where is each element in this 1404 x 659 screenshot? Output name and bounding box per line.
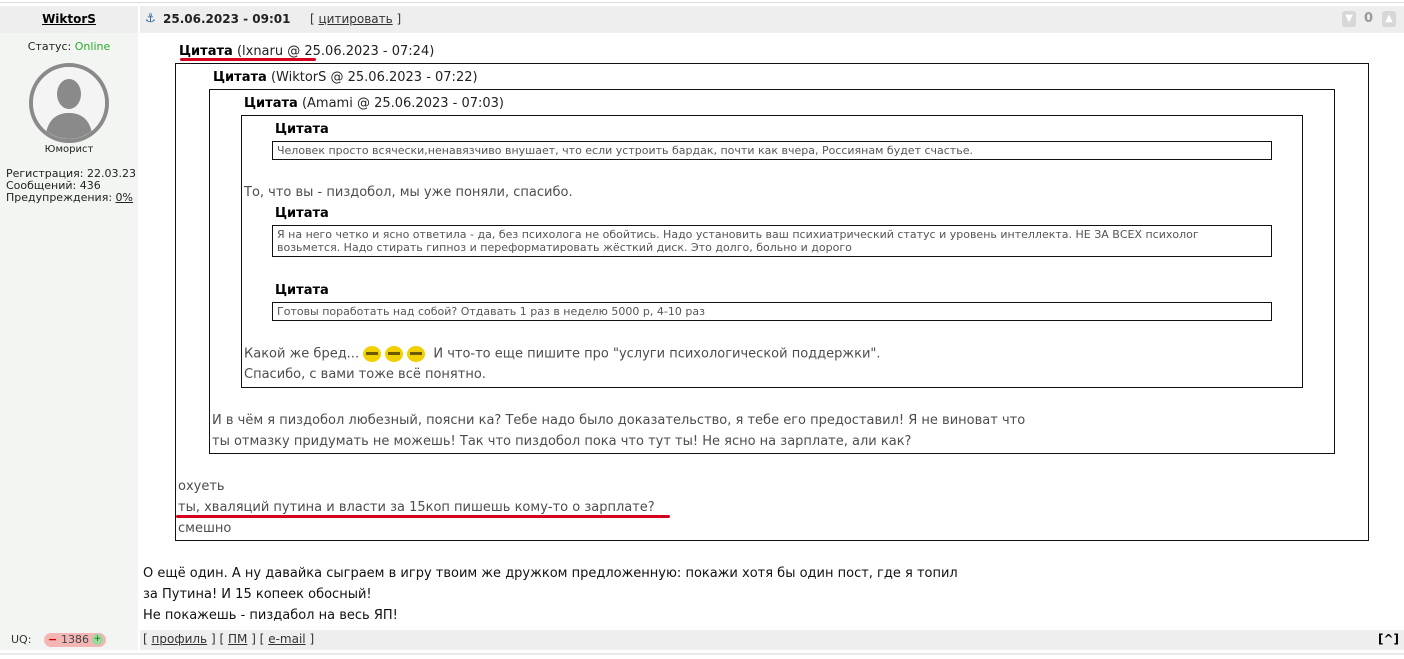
quote-header-amami: Цитата (Amami @ 25.06.2023 - 07:03)	[244, 96, 504, 111]
message-text: за Путина! И 15 копеек обосный!	[143, 587, 372, 602]
pm-link[interactable]: ПМ	[228, 632, 247, 646]
user-rank: Юморист	[44, 144, 94, 155]
quote-text: Какой же бред... И что-то еще пишите про…	[244, 346, 881, 362]
quote-text: ты, хваляций путина и власти за 15коп пи…	[178, 500, 655, 515]
author-link[interactable]: WiktorS	[0, 12, 138, 26]
quote-link[interactable]: цитировать	[319, 12, 393, 26]
user-stats: Регистрация: 22.03.23 Сообщений: 436 Пре…	[6, 168, 136, 204]
quote-content: Человек просто всячески,ненавязчиво внуш…	[272, 141, 1272, 160]
thumb-up-icon[interactable]: ▲	[1382, 11, 1396, 27]
avatar[interactable]	[29, 63, 109, 143]
message-text: Не покажешь - пиздабол на весь ЯП!	[143, 608, 398, 623]
quote-meta: (Amami @ 25.06.2023 - 07:03)	[301, 96, 504, 111]
bracket: [	[143, 632, 148, 646]
warnings: Предупреждения: 0%	[6, 192, 136, 204]
uq-plus-button[interactable]: +	[92, 634, 103, 645]
uq-minus-button[interactable]: −	[48, 633, 57, 647]
uq-label: UQ:	[11, 633, 32, 646]
rating-count: 0	[1364, 11, 1374, 26]
warnings-label: Предупреждения:	[6, 191, 113, 204]
facepalm-emoji-icon	[385, 346, 404, 362]
facepalm-emoji-icon	[407, 346, 426, 362]
post-date: 25.06.2023 - 09:01	[163, 12, 291, 26]
bracket: ]	[396, 12, 402, 26]
uq-rating: − 1386 +	[44, 633, 106, 647]
quote-label: Цитата	[213, 70, 267, 85]
quote-text: И в чём я пиздобол любезный, поясни ка? …	[212, 413, 1026, 428]
default-avatar-icon	[33, 67, 105, 139]
uq-value: 1386	[61, 633, 89, 646]
quote-meta: (WiktorS @ 25.06.2023 - 07:22)	[270, 70, 478, 85]
quote-text: То, что вы - пиздобол, мы уже поняли, сп…	[244, 185, 573, 200]
facepalm-emoji-icon	[363, 346, 382, 362]
email-link[interactable]: e-mail	[268, 632, 305, 646]
rating-box: ▼ 0 ▲	[1338, 9, 1400, 30]
quote-content: Готовы поработать над собой? Отдавать 1 …	[272, 302, 1272, 321]
quote-text: охуеть	[178, 479, 225, 494]
thumb-down-icon[interactable]: ▼	[1342, 11, 1356, 27]
footer-links: [ профиль ] [ ПМ ] [ e-mail ]	[143, 632, 314, 646]
quote-action: [ цитировать ]	[310, 12, 401, 26]
bracket: ] [	[210, 632, 225, 646]
status-label: Статус:	[27, 40, 72, 53]
profile-link[interactable]: профиль	[152, 632, 208, 646]
top-divider	[0, 2, 1404, 3]
user-status: Статус: Online	[0, 40, 138, 53]
quote-text: Спасибо, с вами тоже всё понятно.	[244, 367, 486, 382]
quote-content-line: возьмется. Надо стирать гипноз и перефор…	[277, 241, 852, 254]
quote-text: смешно	[178, 521, 232, 536]
warnings-link[interactable]: 0%	[116, 191, 133, 204]
quote-meta: (lxnaru @ 25.06.2023 - 07:24)	[236, 44, 435, 59]
bracket: ]	[309, 632, 315, 646]
status-online: Online	[74, 40, 111, 53]
quote-label: Цитата	[179, 44, 233, 59]
quote-header-plain: Цитата	[275, 206, 329, 221]
footer-right	[140, 630, 1404, 650]
red-underline-mark	[180, 58, 316, 61]
quote-header-plain: Цитата	[275, 122, 329, 137]
quote-text-part: И что-то еще пишите про "услуги психолог…	[433, 346, 881, 362]
quote-header-plain: Цитата	[275, 283, 329, 298]
quote-label: Цитата	[275, 283, 329, 298]
anchor-icon[interactable]: ⚓	[145, 11, 156, 25]
message-text: О ещё один. А ну давайка сыграем в игру …	[143, 566, 958, 581]
quote-content-line: Я на него четко и ясно ответила - да, бе…	[277, 228, 1199, 241]
quote-text-part: Какой же бред...	[244, 346, 360, 362]
quote-label: Цитата	[244, 96, 298, 111]
quote-header-lxnaru: Цитата (lxnaru @ 25.06.2023 - 07:24)	[179, 44, 434, 59]
quote-content: Я на него четко и ясно ответила - да, бе…	[272, 225, 1272, 257]
quote-text: ты отмазку придумать не можешь! Так что …	[212, 434, 912, 449]
scroll-to-top-button[interactable]: [^]	[1378, 632, 1399, 646]
bracket: [	[310, 12, 315, 26]
bracket: ] [	[251, 632, 265, 646]
quote-header-wiktors: Цитата (WiktorS @ 25.06.2023 - 07:22)	[213, 70, 478, 85]
quote-label: Цитата	[275, 122, 329, 137]
quote-label: Цитата	[275, 206, 329, 221]
bottom-divider	[0, 653, 1404, 655]
red-underline-mark	[176, 515, 670, 518]
